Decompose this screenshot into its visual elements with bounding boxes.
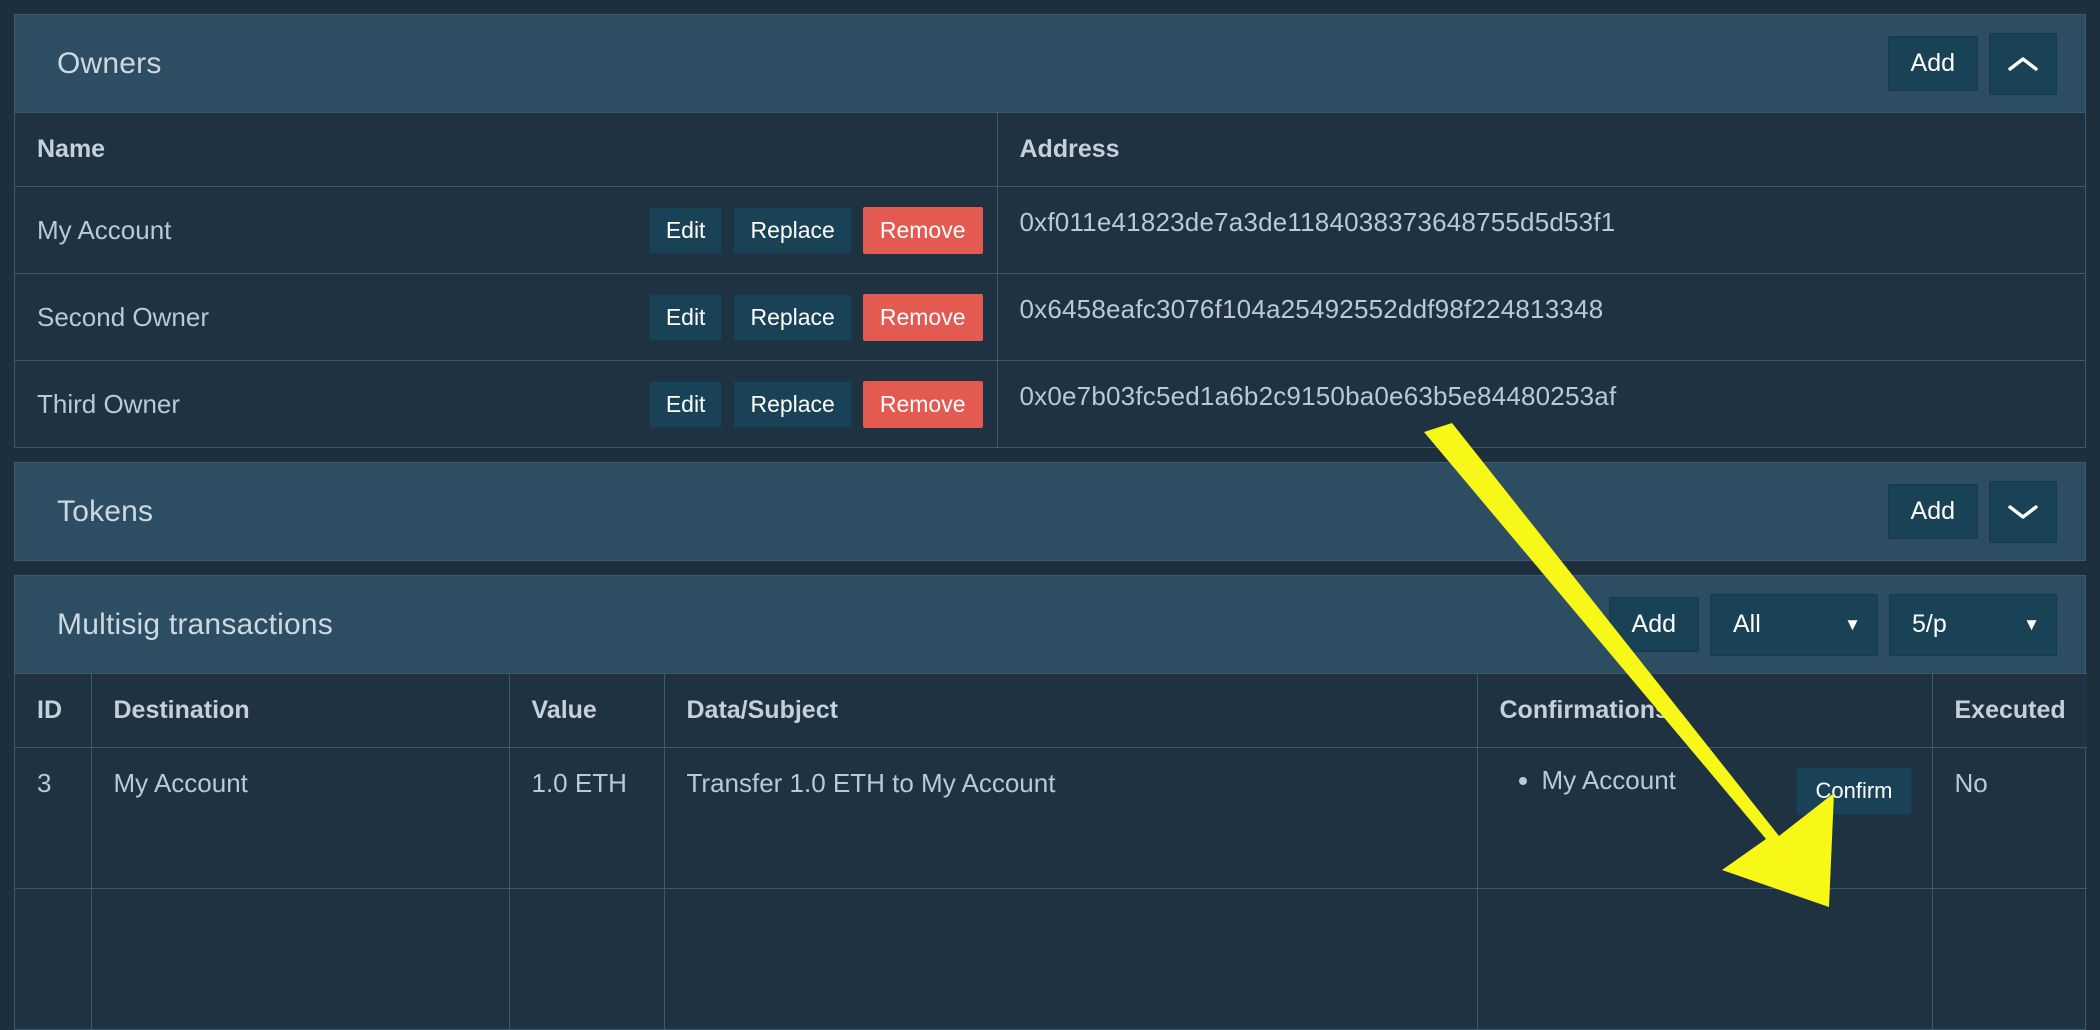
owner-actions: Edit Replace Remove [649, 294, 983, 341]
owner-name-cell: My Account Edit Replace Remove [15, 187, 997, 274]
tokens-panel: Tokens Add [14, 462, 2086, 561]
tx-col-value: Value [509, 674, 664, 748]
tx-value-cell: 1.0 ETH [509, 748, 664, 889]
tx-data-cell [664, 889, 1477, 1030]
table-row: Second Owner Edit Replace Remove 0x6458e… [15, 274, 2085, 361]
tx-col-confirmations: Confirmations [1477, 674, 1932, 748]
multisig-transactions-panel: Multisig transactions Add All ▼ 5/p ▼ [14, 575, 2086, 1030]
owners-col-address: Address [997, 113, 2085, 187]
owner-address-cell: 0x6458eafc3076f104a25492552ddf98f2248133… [997, 274, 2085, 361]
owner-remove-button[interactable]: Remove [863, 207, 983, 254]
transactions-table-header-row: ID Destination Value Data/Subject Confir… [15, 674, 2087, 748]
transactions-panel-header: Multisig transactions Add All ▼ 5/p ▼ [15, 576, 2085, 673]
table-row [15, 889, 2087, 1030]
table-row: 3 My Account 1.0 ETH Transfer 1.0 ETH to… [15, 748, 2087, 889]
owner-actions: Edit Replace Remove [649, 207, 983, 254]
owner-replace-button[interactable]: Replace [733, 207, 851, 254]
owners-panel: Owners Add Name Address [14, 14, 2086, 448]
chevron-down-icon: ▼ [1844, 616, 1861, 633]
tokens-panel-title: Tokens [57, 495, 153, 529]
owner-replace-button[interactable]: Replace [733, 381, 851, 428]
owners-collapse-button[interactable] [1989, 33, 2057, 95]
owners-add-button[interactable]: Add [1888, 36, 1978, 91]
tx-executed-cell: No [1932, 748, 2087, 889]
owner-edit-button[interactable]: Edit [649, 294, 723, 341]
tx-col-destination: Destination [91, 674, 509, 748]
tokens-add-button[interactable]: Add [1888, 484, 1978, 539]
transactions-panel-title: Multisig transactions [57, 608, 333, 642]
tokens-panel-header: Tokens Add [15, 463, 2085, 560]
owner-name: Third Owner [37, 389, 180, 420]
owner-name: Second Owner [37, 302, 209, 333]
transactions-filter-select[interactable]: All ▼ [1710, 594, 1878, 656]
transactions-table: ID Destination Value Data/Subject Confir… [15, 673, 2087, 1029]
owners-col-name: Name [15, 113, 997, 187]
tx-confirm-button[interactable]: Confirm [1796, 767, 1911, 815]
tx-destination-cell: My Account [91, 748, 509, 889]
tokens-header-controls: Add [1888, 481, 2057, 543]
owner-address-cell: 0x0e7b03fc5ed1a6b2c9150ba0e63b5e84480253… [997, 361, 2085, 448]
owner-remove-button[interactable]: Remove [863, 381, 983, 428]
owner-name: My Account [37, 215, 171, 246]
owners-panel-title: Owners [57, 47, 162, 81]
owners-table: Name Address My Account Edit Replace Rem… [15, 112, 2085, 447]
tx-destination-cell [91, 889, 509, 1030]
app-root: Owners Add Name Address [0, 14, 2100, 959]
tx-confirmations-cell: My Account Confirm [1477, 748, 1932, 889]
chevron-down-icon [2008, 503, 2038, 521]
owners-panel-header: Owners Add [15, 15, 2085, 112]
table-row: Third Owner Edit Replace Remove 0x0e7b03… [15, 361, 2085, 448]
tx-col-executed: Executed [1932, 674, 2087, 748]
owner-edit-button[interactable]: Edit [649, 381, 723, 428]
chevron-up-icon [2008, 55, 2038, 73]
list-item: My Account [1542, 764, 1676, 797]
tx-id-cell [15, 889, 91, 1030]
table-row: My Account Edit Replace Remove 0xf011e41… [15, 187, 2085, 274]
transactions-header-controls: Add All ▼ 5/p ▼ [1609, 594, 2057, 656]
owner-address-cell: 0xf011e41823de7a3de1184038373648755d5d53… [997, 187, 2085, 274]
chevron-down-icon: ▼ [2023, 616, 2040, 633]
owner-edit-button[interactable]: Edit [649, 207, 723, 254]
owners-header-controls: Add [1888, 33, 2057, 95]
owner-remove-button[interactable]: Remove [863, 294, 983, 341]
tx-confirmations-cell [1477, 889, 1932, 1030]
tx-value-cell [509, 889, 664, 1030]
transactions-page-size-value: 5/p [1912, 610, 1947, 639]
owner-address: 0xf011e41823de7a3de1184038373648755d5d53… [1020, 207, 1616, 237]
tx-executed-cell [1932, 889, 2087, 1030]
tx-col-data-subject: Data/Subject [664, 674, 1477, 748]
tokens-expand-button[interactable] [1989, 481, 2057, 543]
owner-address: 0x0e7b03fc5ed1a6b2c9150ba0e63b5e84480253… [1020, 381, 1617, 411]
owners-table-header-row: Name Address [15, 113, 2085, 187]
owner-replace-button[interactable]: Replace [733, 294, 851, 341]
owner-name-cell: Second Owner Edit Replace Remove [15, 274, 997, 361]
transactions-filter-value: All [1733, 610, 1761, 639]
owner-address: 0x6458eafc3076f104a25492552ddf98f2248133… [1020, 294, 1604, 324]
tx-data-cell: Transfer 1.0 ETH to My Account [664, 748, 1477, 889]
owner-name-cell: Third Owner Edit Replace Remove [15, 361, 997, 448]
tx-col-id: ID [15, 674, 91, 748]
owner-actions: Edit Replace Remove [649, 381, 983, 428]
tx-confirmation-list: My Account [1500, 764, 1676, 797]
tx-id-cell: 3 [15, 748, 91, 889]
transactions-add-button[interactable]: Add [1609, 597, 1699, 652]
transactions-page-size-select[interactable]: 5/p ▼ [1889, 594, 2057, 656]
